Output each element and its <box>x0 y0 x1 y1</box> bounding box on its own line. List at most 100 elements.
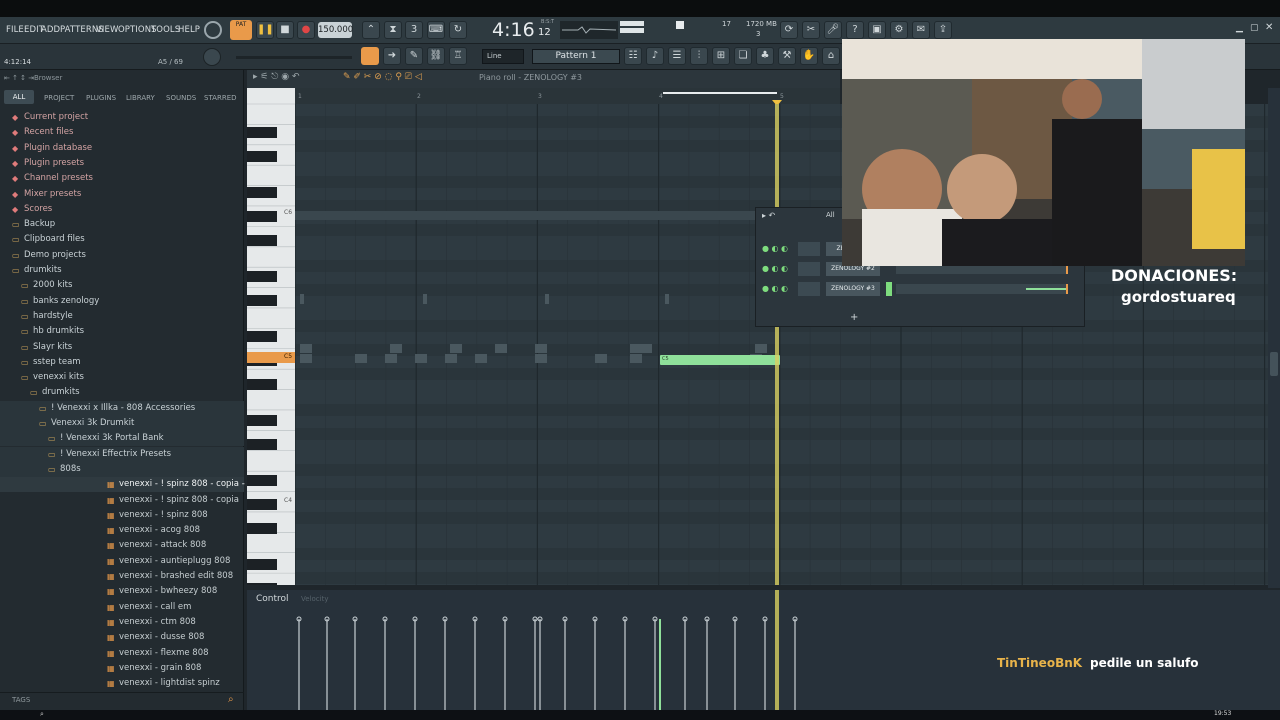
channel-mixer-track[interactable] <box>798 282 820 296</box>
piano-roll-icon[interactable]: ♪ <box>646 47 664 65</box>
browser-file-item[interactable]: ▦ venexxi - call em <box>0 600 244 615</box>
loop-record-icon[interactable]: ↻ <box>449 21 467 39</box>
browser-folder-item[interactable]: ▭ Venexxi 3k Drumkit <box>0 416 244 431</box>
refresh-icon[interactable]: ⟳ <box>780 21 798 39</box>
browser-folder-item[interactable]: ▭ banks zenology <box>0 294 244 309</box>
control-label[interactable]: Control <box>256 594 289 604</box>
step-edit-icon[interactable]: ⌨ <box>427 21 445 39</box>
playlist-icon[interactable]: ☷ <box>624 47 642 65</box>
browser-folder-item[interactable]: ▭ hb drumkits <box>0 324 244 339</box>
browser-folder-item[interactable]: ◆ Channel presets <box>0 171 244 186</box>
tools-icon[interactable]: ✂ <box>802 21 820 39</box>
browser-folder-item[interactable]: ▭ sstep team <box>0 355 244 370</box>
pat-song-toggle[interactable]: PAT <box>230 20 252 40</box>
browser-folder-item[interactable]: ▭ Demo projects <box>0 248 244 263</box>
browser-file-item[interactable]: ▦ venexxi - ! spinz 808 <box>0 508 244 523</box>
arrow-right-icon[interactable]: ➜ <box>383 47 401 65</box>
browser-folder-item[interactable]: ▭ ! Venexxi Effectrix Presets <box>0 446 244 462</box>
channel-step-area[interactable] <box>896 284 1068 294</box>
countdown-icon[interactable]: 3 <box>405 21 423 39</box>
browser-folder-item[interactable]: ◆ Mixer presets <box>0 187 244 202</box>
master-volume-knob[interactable] <box>204 21 222 39</box>
vertical-scrollbar[interactable] <box>1268 88 1280 588</box>
link-icon[interactable]: ⛓ <box>427 47 445 65</box>
taskbar-search-icon[interactable]: ⌕ <box>40 710 44 719</box>
tab-all[interactable]: ALL <box>4 90 34 104</box>
time-display[interactable]: 4:16 12 B:S:T <box>478 18 558 43</box>
menu-view[interactable]: VIEW <box>96 25 119 35</box>
browser-file-item[interactable]: ▦ venexxi - ! spinz 808 - copia <box>0 493 244 508</box>
help-icon[interactable]: ? <box>846 21 864 39</box>
browser-file-item[interactable]: ▦ venexxi - ctm 808 <box>0 615 244 630</box>
piano-roll-menu-icon[interactable]: ▸ ⚟ ⎋ ◉ ↶ <box>253 72 300 82</box>
wrench-icon[interactable]: ⚒ <box>778 47 796 65</box>
browser-folder-item[interactable]: ◆ Plugin database <box>0 141 244 156</box>
save-icon[interactable]: ▣ <box>868 21 886 39</box>
browser-folder-item[interactable]: ▭ 808s <box>0 461 244 477</box>
menu-help[interactable]: HELP <box>178 25 200 35</box>
snap-highlight-icon[interactable] <box>361 47 379 65</box>
browser-file-item[interactable]: ▦ venexxi - bwheezy 808 <box>0 584 244 599</box>
stop-button[interactable]: ■ <box>276 21 294 39</box>
browser-folder-item[interactable]: ▭ drumkits <box>0 385 244 400</box>
browser-file-item[interactable]: ▦ venexxi - acog 808 <box>0 523 244 538</box>
control-lane[interactable]: Control Velocity <box>247 590 1280 710</box>
chat-icon[interactable]: ✉ <box>912 21 930 39</box>
channel-row[interactable]: ● ◐ ◐ ZENOLOGY #3 <box>756 280 1086 300</box>
piano-keyboard[interactable]: C6 C5 C4 <box>247 88 295 594</box>
pitch-knob[interactable] <box>203 48 221 66</box>
file-icon[interactable]: ❏ <box>734 47 752 65</box>
browser-nav-icons[interactable]: ⇤ ↑ ↕ ⇥ <box>4 74 34 82</box>
browser-icon[interactable]: ⊞ <box>712 47 730 65</box>
microphone-icon[interactable]: 🎤︎ <box>824 21 842 39</box>
piano-roll-tools-icons[interactable]: ✎ ✐ ✂ ⊘ ◌ ⚲ ⎚ ◁ <box>343 72 422 82</box>
browser-file-item[interactable]: ▦ venexxi - flexme 808 <box>0 646 244 661</box>
browser-folder-item[interactable]: ▭ hardstyle <box>0 309 244 324</box>
plugin-picker-icon[interactable]: ♣ <box>756 47 774 65</box>
pencil-icon[interactable]: ✎ <box>405 47 423 65</box>
minimize-icon[interactable]: ▁ <box>1236 23 1243 33</box>
main-pitch-slider[interactable] <box>236 56 352 59</box>
piano-roll-timeline[interactable]: 1 2 3 4 5 <box>295 88 840 106</box>
browser-folder-item[interactable]: ▭ ! Venexxi x Illka - 808 Accessories <box>0 400 244 416</box>
snap-select[interactable]: Line <box>482 49 524 64</box>
record-button[interactable]: ● <box>297 21 315 39</box>
browser-file-item[interactable]: ▦ venexxi - grain 808 <box>0 661 244 676</box>
loop-range[interactable] <box>663 92 777 94</box>
tab-sounds[interactable]: SOUNDS <box>166 94 196 102</box>
channel-name[interactable]: ZENOLOGY #3 <box>826 282 880 296</box>
metronome-icon[interactable]: ⌃ <box>362 21 380 39</box>
browser-folder-item[interactable]: ▭ 2000 kits <box>0 278 244 293</box>
mixer-icon[interactable]: ⫶ <box>690 47 708 65</box>
play-button[interactable]: ❚❚ <box>256 21 274 39</box>
wait-input-icon[interactable]: ⧗ <box>384 21 402 39</box>
close-icon[interactable]: ✕ <box>1265 22 1273 33</box>
tempo-display[interactable]: 150.000 <box>318 22 353 38</box>
channel-rack-icon[interactable]: ☰ <box>668 47 686 65</box>
channel-led-icon[interactable]: ● ◐ ◐ <box>762 244 788 253</box>
export-icon[interactable]: ⇪ <box>934 21 952 39</box>
menu-add[interactable]: ADD <box>41 25 60 35</box>
shop-icon[interactable]: ⌂ <box>822 47 840 65</box>
channel-mixer-track[interactable] <box>798 242 820 256</box>
browser-folder-item[interactable]: ▭ Clipboard files <box>0 232 244 247</box>
tab-plugins[interactable]: PLUGINS <box>86 94 116 102</box>
stamp-icon[interactable]: ♖ <box>449 47 467 65</box>
tab-project[interactable]: PROJECT <box>44 94 74 102</box>
browser-file-item[interactable]: ▦ venexxi - lightdist spinz <box>0 676 244 691</box>
search-icon[interactable]: ⌕ <box>228 694 234 705</box>
browser-folder-item[interactable]: ▭ ! Venexxi 3k Portal Bank <box>0 431 244 447</box>
browser-folder-item[interactable]: ◆ Scores <box>0 202 244 217</box>
browser-file-item[interactable]: ▦ venexxi - dusse 808 <box>0 630 244 645</box>
browser-folder-item[interactable]: ▭ Backup <box>0 217 244 232</box>
browser-folder-item[interactable]: ▭ Slayr kits <box>0 340 244 355</box>
browser-file-item[interactable]: ▦ venexxi - ! spinz 808 - copia - copia <box>0 477 270 493</box>
channel-led-icon[interactable]: ● ◐ ◐ <box>762 284 788 293</box>
browser-folder-item[interactable]: ▭ drumkits <box>0 263 244 278</box>
plugin-icon[interactable]: ⚙ <box>890 21 908 39</box>
browser-file-item[interactable]: ▦ venexxi - auntieplugg 808 <box>0 554 244 569</box>
browser-file-item[interactable]: ▦ venexxi - attack 808 <box>0 538 244 553</box>
touch-icon[interactable]: ✋ <box>800 47 818 65</box>
browser-file-item[interactable]: ▦ venexxi - brashed edit 808 <box>0 569 244 584</box>
note-block[interactable]: C5 <box>660 355 780 365</box>
